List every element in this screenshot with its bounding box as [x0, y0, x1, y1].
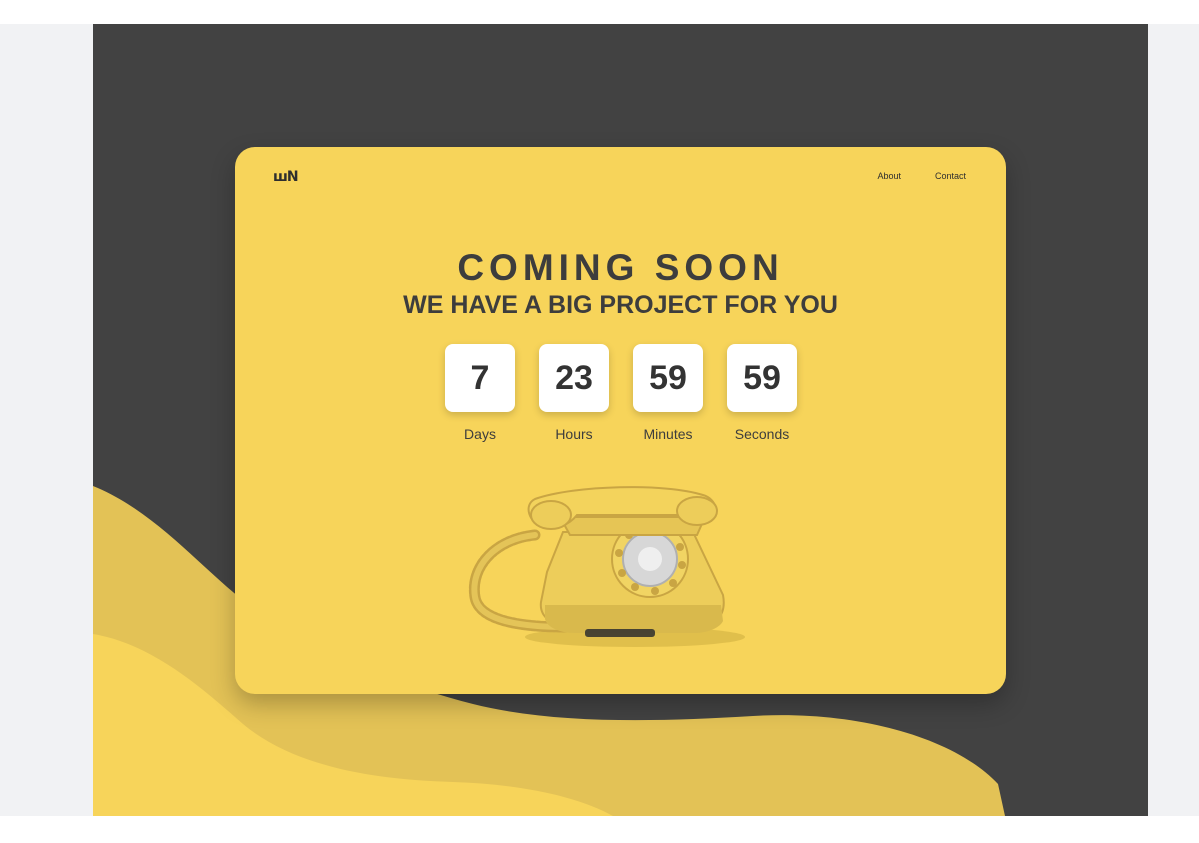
countdown-seconds: 59 Seconds [727, 344, 797, 442]
countdown-minutes-value: 59 [633, 344, 703, 412]
countdown-seconds-value: 59 [727, 344, 797, 412]
left-gutter [0, 24, 93, 816]
nav-link-about[interactable]: About [877, 171, 901, 181]
top-nav: About Contact [877, 171, 966, 181]
countdown-days-value: 7 [445, 344, 515, 412]
page-subtitle: WE HAVE A BIG PROJECT FOR YOU [403, 291, 838, 319]
rotary-telephone-icon [468, 486, 745, 647]
countdown-days: 7 Days [445, 344, 515, 442]
right-gutter [1148, 24, 1199, 816]
brand-logo[interactable]: ꟺN [273, 169, 299, 185]
coming-soon-card: ꟺN About Contact COMING SOON WE HAVE A B… [235, 147, 1006, 694]
countdown-seconds-label: Seconds [734, 426, 790, 442]
countdown-timer: 7 Days 23 Hours 59 Minutes 59 Seconds [445, 344, 797, 442]
countdown-days-label: Days [464, 426, 496, 442]
countdown-minutes-label: Minutes [643, 426, 693, 442]
countdown-hours-value: 23 [539, 344, 609, 412]
nav-link-contact[interactable]: Contact [935, 171, 966, 181]
countdown-minutes: 59 Minutes [633, 344, 703, 442]
countdown-hours-label: Hours [555, 426, 593, 442]
page-title: COMING SOON [457, 247, 784, 288]
countdown-hours: 23 Hours [539, 344, 609, 442]
